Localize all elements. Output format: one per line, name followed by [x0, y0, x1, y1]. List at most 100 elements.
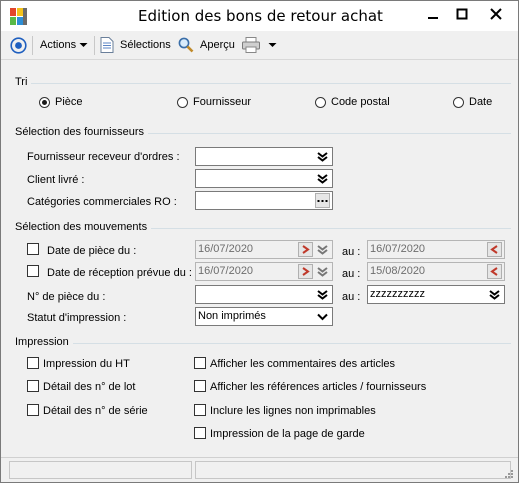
- inclure-lignes-label: Inclure les lignes non imprimables: [210, 405, 376, 417]
- fournisseur-field[interactable]: [195, 147, 333, 166]
- statut-label: Statut d'impression :: [27, 312, 127, 324]
- selections-label: Sélections: [120, 39, 171, 51]
- tri-group-title: Tri: [15, 76, 32, 88]
- double-chevron-down-icon: [317, 151, 328, 162]
- double-chevron-down-icon: [317, 266, 328, 277]
- ellipsis-icon: [317, 199, 328, 202]
- radio-tri-fournisseur-label: Fournisseur: [193, 96, 252, 108]
- chevron-left-icon: [490, 245, 498, 254]
- actions-label: Actions: [40, 39, 77, 51]
- radio-tri-fournisseur[interactable]: [177, 97, 188, 108]
- inclure-lignes-checkbox[interactable]: [194, 404, 206, 416]
- impression-group-title: Impression: [15, 336, 73, 348]
- date-piece-from-dropdown-button[interactable]: [315, 242, 330, 257]
- categories-field[interactable]: [195, 191, 333, 210]
- num-piece-from-field[interactable]: [195, 285, 333, 304]
- magnifier-icon: [178, 37, 194, 53]
- mouvements-group-title: Sélection des mouvements: [15, 221, 152, 233]
- page-garde-checkbox[interactable]: [194, 427, 206, 439]
- radio-tri-code-postal-label: Code postal: [331, 96, 390, 108]
- double-chevron-down-icon: [317, 173, 328, 184]
- afficher-references-label: Afficher les références articles / fourn…: [210, 381, 427, 393]
- status-pane: [9, 461, 192, 479]
- statut-dropdown-button[interactable]: [315, 309, 330, 324]
- date-piece-to-prev-button[interactable]: [487, 242, 502, 257]
- client-dropdown-button[interactable]: [315, 171, 330, 186]
- detail-lot-checkbox[interactable]: [27, 380, 39, 392]
- radio-tri-piece-label: Pièce: [55, 96, 83, 108]
- page-garde-label: Impression de la page de garde: [210, 428, 365, 440]
- date-reception-from-dropdown-button[interactable]: [315, 264, 330, 279]
- chevron-left-icon: [490, 267, 498, 276]
- impression-ht-label: Impression du HT: [43, 358, 130, 370]
- double-chevron-down-icon: [317, 244, 328, 255]
- date-reception-to-field[interactable]: 15/08/2020: [367, 262, 505, 281]
- fournisseurs-group-title: Sélection des fournisseurs: [15, 126, 149, 138]
- date-reception-au-label: au :: [342, 268, 361, 280]
- afficher-commentaires-checkbox[interactable]: [194, 357, 206, 369]
- apercu-label: Aperçu: [200, 39, 235, 51]
- date-piece-from-field[interactable]: 16/07/2020: [195, 240, 333, 259]
- detail-lot-label: Détail des n° de lot: [43, 381, 136, 393]
- categories-label: Catégories commerciales RO :: [27, 196, 177, 208]
- date-piece-to-field[interactable]: 16/07/2020: [367, 240, 505, 259]
- target-button[interactable]: [10, 36, 27, 54]
- close-icon: [490, 8, 502, 20]
- document-icon: [100, 37, 114, 53]
- num-piece-au-label: au :: [342, 291, 361, 303]
- print-menu-button[interactable]: [268, 36, 277, 54]
- double-chevron-down-icon: [317, 289, 328, 300]
- radio-tri-code-postal[interactable]: [315, 97, 326, 108]
- minimize-icon: [428, 17, 438, 19]
- radio-tri-piece[interactable]: [39, 97, 50, 108]
- chevron-down-icon: [268, 43, 277, 47]
- target-icon: [10, 36, 27, 54]
- printer-icon: [242, 37, 260, 53]
- impression-ht-checkbox[interactable]: [27, 357, 39, 369]
- num-piece-from-dropdown-button[interactable]: [315, 287, 330, 302]
- date-reception-from-field[interactable]: 16/07/2020: [195, 262, 333, 281]
- fournisseur-dropdown-button[interactable]: [315, 149, 330, 164]
- date-reception-checkbox[interactable]: [27, 265, 39, 277]
- selections-button[interactable]: Sélections: [100, 36, 171, 54]
- date-reception-from-next-button[interactable]: [298, 264, 313, 279]
- date-reception-label: Date de réception prévue du :: [47, 267, 192, 279]
- client-label: Client livré :: [27, 174, 85, 186]
- date-piece-checkbox[interactable]: [27, 243, 39, 255]
- maximize-button[interactable]: [445, 1, 479, 27]
- afficher-references-checkbox[interactable]: [194, 380, 206, 392]
- fournisseur-label: Fournisseur receveur d'ordres :: [27, 151, 180, 163]
- chevron-down-icon: [317, 313, 328, 320]
- dialog-window: Edition des bons de retour achat Actions: [0, 0, 519, 483]
- double-chevron-down-icon: [489, 289, 500, 300]
- print-button[interactable]: [242, 36, 261, 54]
- radio-tri-date-label: Date: [469, 96, 493, 108]
- date-piece-label: Date de pièce du :: [47, 245, 137, 257]
- toolbar: Actions Sélections Aperçu: [1, 31, 518, 60]
- apercu-button[interactable]: Aperçu: [178, 36, 235, 54]
- date-piece-from-next-button[interactable]: [298, 242, 313, 257]
- date-reception-to-prev-button[interactable]: [487, 264, 502, 279]
- detail-serie-label: Détail des n° de série: [43, 405, 148, 417]
- radio-tri-date[interactable]: [453, 97, 464, 108]
- status-bar: [1, 457, 518, 482]
- status-pane: [195, 461, 511, 479]
- title-bar[interactable]: Edition des bons de retour achat: [1, 1, 518, 31]
- categories-browse-button[interactable]: [315, 193, 330, 208]
- actions-menu-button[interactable]: Actions: [40, 36, 88, 54]
- client-field[interactable]: [195, 169, 333, 188]
- date-piece-au-label: au :: [342, 246, 361, 258]
- statut-select[interactable]: Non imprimés: [195, 307, 333, 326]
- num-piece-to-field[interactable]: zzzzzzzzzz: [367, 285, 505, 304]
- num-piece-to-dropdown-button[interactable]: [487, 287, 502, 302]
- afficher-commentaires-label: Afficher les commentaires des articles: [210, 358, 396, 370]
- dialog-content: Tri Pièce Fournisseur Code postal Date S…: [1, 61, 518, 457]
- resize-grip-icon[interactable]: [504, 469, 514, 479]
- chevron-right-icon: [302, 267, 310, 276]
- chevron-right-icon: [302, 245, 310, 254]
- detail-serie-checkbox[interactable]: [27, 404, 39, 416]
- maximize-icon: [456, 8, 468, 20]
- close-button[interactable]: [475, 1, 517, 27]
- num-piece-label: N° de pièce du :: [27, 291, 106, 303]
- chevron-down-icon: [79, 43, 88, 47]
